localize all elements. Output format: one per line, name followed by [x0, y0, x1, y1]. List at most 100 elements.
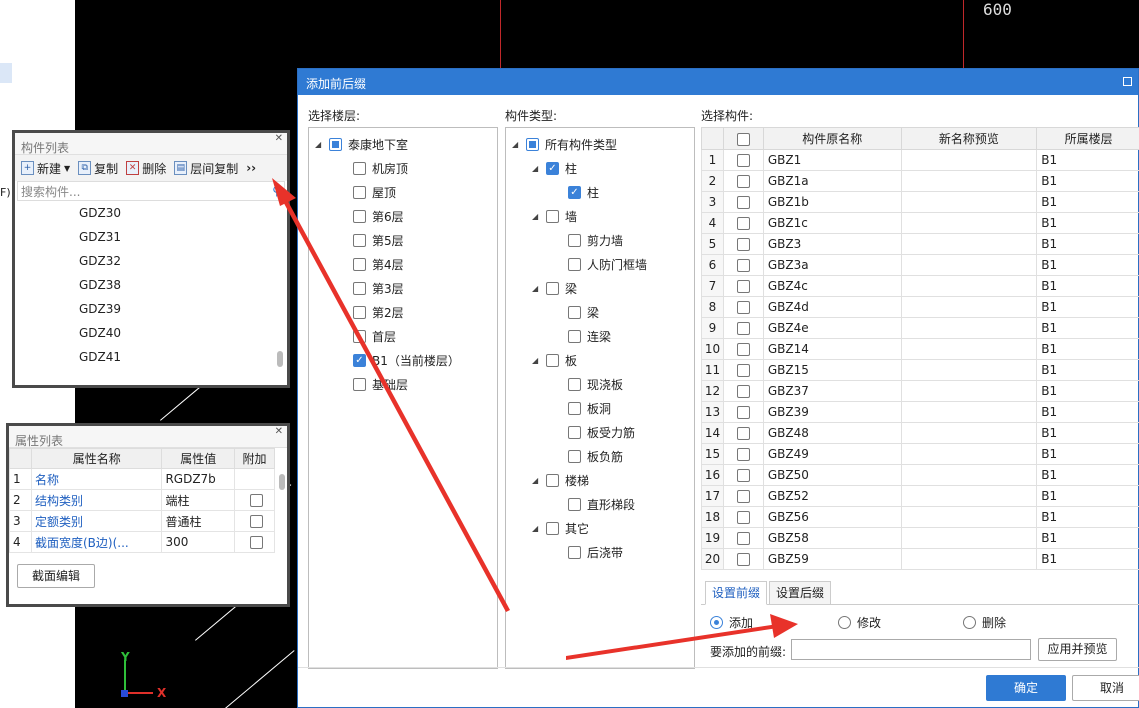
list-item[interactable]: GDZ30	[15, 201, 287, 225]
floor-checkbox[interactable]	[353, 209, 366, 223]
table-row[interactable]: 12 GBZ37 B1	[701, 380, 1139, 402]
radio-add[interactable]: 添加	[710, 614, 753, 631]
prefix-input[interactable]	[791, 639, 1031, 660]
type-checkbox[interactable]	[568, 377, 581, 391]
type-checkbox-checked[interactable]: ✓	[568, 185, 581, 199]
type-checkbox[interactable]	[568, 401, 581, 415]
root-checkbox[interactable]	[526, 137, 539, 151]
type-checkbox[interactable]	[568, 305, 581, 319]
list-item[interactable]: GDZ39	[15, 297, 287, 321]
row-checkbox[interactable]	[736, 427, 750, 440]
type-item[interactable]: 现浇板	[568, 372, 623, 396]
radio-modify[interactable]: 修改	[838, 614, 881, 631]
type-group[interactable]: ◢ ✓ 柱	[532, 156, 577, 180]
list-item[interactable]: GDZ32	[15, 249, 287, 273]
table-row[interactable]: 15 GBZ49 B1	[701, 443, 1139, 465]
floor-item[interactable]: 第5层	[353, 228, 404, 252]
collapse-triangle-icon[interactable]: ◢	[532, 212, 540, 221]
table-row[interactable]: 7 GBZ4c B1	[701, 275, 1139, 297]
type-group[interactable]: ◢ 其它	[532, 516, 589, 540]
floor-item[interactable]: 第6层	[353, 204, 404, 228]
collapse-triangle-icon[interactable]: ◢	[532, 524, 540, 533]
row-checkbox[interactable]	[736, 238, 750, 251]
list-item[interactable]: GDZ31	[15, 225, 287, 249]
type-item[interactable]: 连梁	[568, 324, 611, 348]
list-item[interactable]: GDZ40	[15, 321, 287, 345]
type-item[interactable]: 板负筋	[568, 444, 623, 468]
table-row[interactable]: 4 GBZ1c B1	[701, 212, 1139, 234]
property-value[interactable]: 端柱	[161, 489, 235, 511]
type-checkbox[interactable]	[568, 329, 581, 343]
row-checkbox[interactable]	[736, 217, 750, 230]
table-row[interactable]: 4 截面宽度(B边)(... 300	[9, 531, 275, 553]
floor-item[interactable]: 屋顶	[353, 180, 396, 204]
collapse-triangle-icon[interactable]: ◢	[315, 140, 323, 149]
type-checkbox-checked[interactable]: ✓	[546, 161, 559, 175]
floor-checkbox-checked[interactable]: ✓	[353, 353, 366, 367]
table-row[interactable]: 13 GBZ39 B1	[701, 401, 1139, 423]
type-group[interactable]: ◢ 板	[532, 348, 577, 372]
type-item[interactable]: 后浇带	[568, 540, 623, 564]
floor-checkbox[interactable]	[353, 329, 366, 343]
property-value[interactable]: 300	[161, 531, 235, 553]
row-checkbox[interactable]	[736, 175, 750, 188]
tree-root[interactable]: ◢ 泰康地下室	[315, 132, 408, 156]
type-item[interactable]: 人防门框墙	[568, 252, 647, 276]
table-row[interactable]: 14 GBZ48 B1	[701, 422, 1139, 444]
floor-item[interactable]: 机房顶	[353, 156, 408, 180]
table-row[interactable]: 3 GBZ1b B1	[701, 191, 1139, 213]
tree-root[interactable]: ◢ 所有构件类型	[512, 132, 617, 156]
floor-checkbox[interactable]	[353, 185, 366, 199]
delete-button[interactable]: ✕ 删除	[124, 160, 168, 177]
table-row[interactable]: 16 GBZ50 B1	[701, 464, 1139, 486]
cancel-button[interactable]: 取消	[1072, 675, 1139, 701]
row-checkbox[interactable]	[736, 553, 750, 566]
list-item[interactable]: GDZ41	[15, 345, 287, 369]
row-checkbox[interactable]	[736, 322, 750, 335]
type-group[interactable]: ◢ 梁	[532, 276, 577, 300]
table-row[interactable]: 5 GBZ3 B1	[701, 233, 1139, 255]
type-checkbox[interactable]	[546, 209, 559, 223]
collapse-triangle-icon[interactable]: ◢	[512, 140, 520, 149]
maximize-icon[interactable]	[1123, 77, 1132, 86]
type-checkbox[interactable]	[568, 449, 581, 463]
ok-button[interactable]: 确定	[986, 675, 1066, 701]
type-checkbox[interactable]	[568, 257, 581, 271]
radio-button[interactable]	[838, 616, 851, 629]
type-checkbox[interactable]	[546, 353, 559, 367]
type-item[interactable]: 板受力筋	[568, 420, 635, 444]
table-row[interactable]: 1 名称 RGDZ7b	[9, 468, 275, 490]
floor-item[interactable]: ✓ B1（当前楼层）	[353, 348, 460, 372]
copy-button[interactable]: ⧉ 复制	[76, 160, 120, 177]
property-value[interactable]: 普通柱	[161, 510, 235, 532]
table-row[interactable]: 17 GBZ52 B1	[701, 485, 1139, 507]
floor-item[interactable]: 基础层	[353, 372, 408, 396]
search-icon[interactable]: ⚲	[272, 184, 281, 198]
type-item[interactable]: 板洞	[568, 396, 611, 420]
select-all-checkbox[interactable]	[736, 132, 750, 146]
floor-checkbox[interactable]	[353, 377, 366, 391]
type-item[interactable]: 梁	[568, 300, 599, 324]
search-input[interactable]: 搜索构件... ⚲	[17, 181, 285, 201]
row-checkbox[interactable]	[736, 196, 750, 209]
row-checkbox[interactable]	[736, 448, 750, 461]
row-checkbox[interactable]	[736, 385, 750, 398]
row-checkbox[interactable]	[736, 301, 750, 314]
row-checkbox[interactable]	[736, 154, 750, 167]
close-icon[interactable]: ✕	[275, 426, 283, 437]
table-row[interactable]: 20 GBZ59 B1	[701, 548, 1139, 570]
row-checkbox[interactable]	[736, 406, 750, 419]
floor-item[interactable]: 第4层	[353, 252, 404, 276]
row-checkbox[interactable]	[736, 469, 750, 482]
attach-checkbox[interactable]	[249, 494, 263, 507]
type-item[interactable]: ✓ 柱	[568, 180, 599, 204]
floor-item[interactable]: 第3层	[353, 276, 404, 300]
table-row[interactable]: 2 结构类别 端柱	[9, 489, 275, 511]
floor-checkbox[interactable]	[353, 161, 366, 175]
type-item[interactable]: 剪力墙	[568, 228, 623, 252]
list-item[interactable]: GDZ38	[15, 273, 287, 297]
scrollbar-thumb[interactable]	[277, 351, 283, 367]
close-icon[interactable]: ✕	[275, 133, 283, 144]
row-checkbox[interactable]	[736, 364, 750, 377]
collapse-triangle-icon[interactable]: ◢	[532, 476, 540, 485]
